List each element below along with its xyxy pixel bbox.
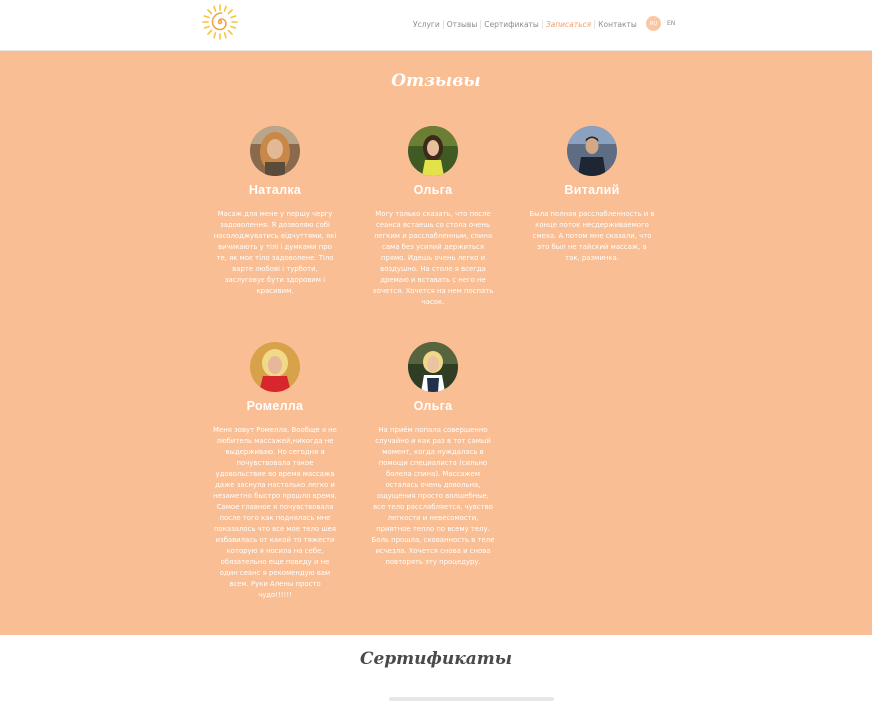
avatar xyxy=(408,126,458,176)
avatar xyxy=(250,126,300,176)
review-text: Могу только сказать, что после сеанса вс… xyxy=(372,210,494,306)
review-card: Наталка Масаж для мене у першу чергу зад… xyxy=(210,126,340,297)
certificate-image[interactable] xyxy=(389,697,554,701)
review-text: Масаж для мене у першу чергу задоволення… xyxy=(213,210,337,295)
site-header: Услуги Отзывы Сертификаты Записаться Кон… xyxy=(0,0,872,51)
review-card: Ромелла Меня зовут Ромелла. Вообще я не … xyxy=(210,342,340,601)
main-nav: Услуги Отзывы Сертификаты Записаться Кон… xyxy=(410,18,640,30)
language-switcher: RU EN xyxy=(646,16,675,31)
reviewer-name: Ольга xyxy=(413,183,453,197)
reviewer-name: Наталка xyxy=(248,183,302,197)
reviews-title: Отзывы xyxy=(391,71,481,91)
sun-logo-icon[interactable] xyxy=(200,4,240,40)
reviewer-name: Ольга xyxy=(413,399,453,413)
nav-certificates-link[interactable]: Сертификаты xyxy=(481,20,542,29)
nav-reviews-link[interactable]: Отзывы xyxy=(444,20,481,29)
lang-en-button[interactable]: EN xyxy=(667,20,675,27)
review-card: Виталий Была полная расслабленность и в … xyxy=(527,126,657,264)
nav-contacts-link[interactable]: Контакты xyxy=(595,20,640,29)
review-card: Ольга Могу только сказать, что после сеа… xyxy=(368,126,498,308)
review-text: На приём попала совершенно случайно и ка… xyxy=(371,426,495,566)
reviewer-name: Виталий xyxy=(564,183,620,197)
nav-booking-link[interactable]: Записаться xyxy=(543,20,594,29)
nav-services-link[interactable]: Услуги xyxy=(410,20,443,29)
reviews-section: Отзывы Наталка Масаж для мене у першу че… xyxy=(0,51,872,635)
avatar xyxy=(408,342,458,392)
review-card: Ольга На приём попала совершенно случайн… xyxy=(368,342,498,568)
avatar xyxy=(567,126,617,176)
reviewer-name: Ромелла xyxy=(246,399,304,413)
review-text: Была полная расслабленность и в конце по… xyxy=(529,210,655,262)
certificates-title: Сертификаты xyxy=(359,649,513,669)
certificates-section: Сертификаты xyxy=(0,635,872,701)
avatar xyxy=(250,342,300,392)
review-text: Меня зовут Ромелла. Вообще я не любитель… xyxy=(213,426,337,599)
lang-ru-button[interactable]: RU xyxy=(646,16,661,31)
